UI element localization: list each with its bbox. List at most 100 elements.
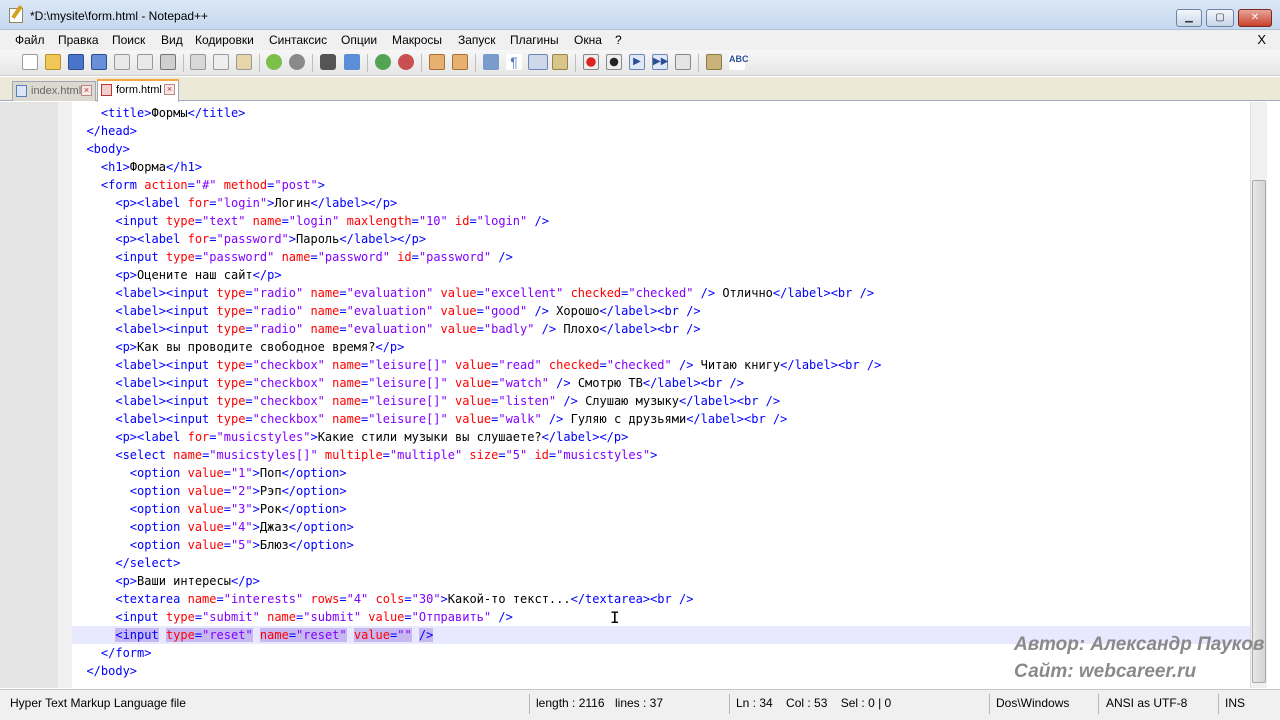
- code-line[interactable]: 28 <option value="4">Джаз</option>: [72, 518, 1250, 536]
- tab-form-html[interactable]: form.html ×: [97, 79, 179, 102]
- code-line[interactable]: 26 <option value="2">Рэп</option>: [72, 482, 1250, 500]
- status-position: Ln : 34 Col : 53 Sel : 0 | 0: [736, 696, 892, 710]
- code-line[interactable]: 33 <input type="submit" name="submit" va…: [72, 608, 1250, 626]
- code-line[interactable]: 24 <select name="musicstyles[]" multiple…: [72, 446, 1250, 464]
- close-all-icon[interactable]: [137, 54, 153, 70]
- scrollbar-thumb[interactable]: [1252, 180, 1266, 683]
- menu-help[interactable]: ?: [615, 33, 622, 47]
- code-line[interactable]: 21 <label><input type="checkbox" name="l…: [72, 392, 1250, 410]
- line-number-gutter: [0, 102, 58, 688]
- word-wrap-icon[interactable]: [483, 54, 499, 70]
- code-line[interactable]: 7 <body>: [72, 140, 1250, 158]
- menu-macros[interactable]: Макросы: [392, 33, 442, 47]
- code-token-tag: </option>: [288, 538, 354, 552]
- code-token-tag: </label><br />: [599, 304, 701, 318]
- menu-syntax[interactable]: Синтаксис: [269, 33, 327, 47]
- code-token-txt: Смотрю ТВ: [577, 376, 643, 390]
- code-line[interactable]: 14 <p>Оцените наш сайт</p>: [72, 266, 1250, 284]
- save-icon[interactable]: [68, 54, 84, 70]
- tab-index-html[interactable]: index.html ×: [12, 81, 96, 101]
- open-file-icon[interactable]: [45, 54, 61, 70]
- maximize-button[interactable]: ▢: [1206, 9, 1234, 27]
- code-line[interactable]: 27 <option value="3">Рок</option>: [72, 500, 1250, 518]
- close-document-button[interactable]: X: [1257, 32, 1266, 47]
- code-token-val: "5": [505, 448, 535, 462]
- code-line[interactable]: 22 <label><input type="checkbox" name="l…: [72, 410, 1250, 428]
- code-line[interactable]: 12 <p><label for="password">Пароль</labe…: [72, 230, 1250, 248]
- close-file-icon[interactable]: [114, 54, 130, 70]
- code-line[interactable]: 29 <option value="5">Блюз</option>: [72, 536, 1250, 554]
- menu-plugins[interactable]: Плагины: [510, 33, 559, 47]
- close-button[interactable]: ✕: [1238, 9, 1272, 27]
- menu-view[interactable]: Вид: [161, 33, 183, 47]
- code-token-tag: <label><input: [115, 286, 217, 300]
- play-macro-icon[interactable]: ▶: [629, 54, 645, 70]
- print-icon[interactable]: [160, 54, 176, 70]
- replace-icon[interactable]: [344, 54, 360, 70]
- spellcheck-icon[interactable]: ABC: [729, 54, 749, 70]
- stop-macro-icon[interactable]: [606, 54, 622, 70]
- zoom-out-icon[interactable]: [398, 54, 414, 70]
- find-icon[interactable]: [320, 54, 336, 70]
- code-line[interactable]: 30 </select>: [72, 554, 1250, 572]
- code-line[interactable]: 25 <option value="1">Поп</option>: [72, 464, 1250, 482]
- code-line[interactable]: 23 <p><label for="musicstyles">Какие сти…: [72, 428, 1250, 446]
- code-token-tag: />: [548, 412, 571, 426]
- code-line[interactable]: 13 <input type="password" name="password…: [72, 248, 1250, 266]
- menu-edit[interactable]: Правка: [58, 33, 99, 47]
- code-token-tag: =: [194, 214, 203, 228]
- menu-run[interactable]: Запуск: [458, 33, 496, 47]
- minimize-button[interactable]: ▁: [1176, 9, 1202, 27]
- code-line[interactable]: 8 <h1>Форма</h1>: [72, 158, 1250, 176]
- code-line[interactable]: 20 <label><input type="checkbox" name="l…: [72, 374, 1250, 392]
- code-line[interactable]: 15 <label><input type="radio" name="eval…: [72, 284, 1250, 302]
- code-line[interactable]: 6 </head>: [72, 122, 1250, 140]
- code-token-tag: =: [223, 502, 231, 516]
- tab-close-icon[interactable]: ×: [81, 85, 92, 96]
- save-macro-icon[interactable]: [675, 54, 691, 70]
- code-editor[interactable]: 5 <title>Формы</title>6 </head>7 <body>8…: [0, 102, 1280, 688]
- code-line[interactable]: 32 <textarea name="interests" rows="4" c…: [72, 590, 1250, 608]
- cut-icon[interactable]: [190, 54, 206, 70]
- code-area[interactable]: 5 <title>Формы</title>6 </head>7 <body>8…: [72, 104, 1250, 688]
- redo-icon[interactable]: [289, 54, 305, 70]
- new-file-icon[interactable]: [22, 54, 38, 70]
- sync-horizontal-icon[interactable]: [452, 54, 468, 70]
- save-all-icon[interactable]: [91, 54, 107, 70]
- code-token-attr: type: [165, 628, 195, 642]
- plugin-icon[interactable]: [706, 54, 722, 70]
- menu-file[interactable]: Файл: [15, 33, 45, 47]
- indent-guide-icon[interactable]: [528, 54, 548, 70]
- zoom-in-icon[interactable]: [375, 54, 391, 70]
- menu-search[interactable]: Поиск: [112, 33, 145, 47]
- tab-close-icon[interactable]: ×: [164, 84, 175, 95]
- menu-options[interactable]: Опции: [341, 33, 377, 47]
- paste-icon[interactable]: [236, 54, 252, 70]
- code-line[interactable]: 9 <form action="#" method="post">: [72, 176, 1250, 194]
- code-token-val: "radio": [252, 304, 311, 318]
- sync-vertical-icon[interactable]: [429, 54, 445, 70]
- vertical-scrollbar[interactable]: [1250, 102, 1267, 688]
- code-token-val: "reset": [202, 628, 253, 642]
- code-line[interactable]: 31 <p>Ваши интересы</p>: [72, 572, 1250, 590]
- copy-icon[interactable]: [213, 54, 229, 70]
- record-macro-icon[interactable]: [583, 54, 599, 70]
- code-token-val: "": [397, 628, 412, 642]
- code-token-txt: Поп: [259, 466, 282, 480]
- window-title: *D:\mysite\form.html - Notepad++: [30, 9, 209, 23]
- code-line[interactable]: 18 <p>Как вы проводите свободное время?<…: [72, 338, 1250, 356]
- code-token-attr: id: [454, 214, 470, 228]
- code-line[interactable]: 16 <label><input type="radio" name="eval…: [72, 302, 1250, 320]
- code-line[interactable]: 17 <label><input type="radio" name="eval…: [72, 320, 1250, 338]
- code-line[interactable]: 5 <title>Формы</title>: [72, 104, 1250, 122]
- code-token-tag: <label><input: [115, 358, 217, 372]
- code-line[interactable]: 19 <label><input type="checkbox" name="l…: [72, 356, 1250, 374]
- undo-icon[interactable]: [266, 54, 282, 70]
- menu-encoding[interactable]: Кодировки: [195, 33, 254, 47]
- show-all-chars-icon[interactable]: ¶: [506, 54, 522, 70]
- code-line[interactable]: 10 <p><label for="login">Логин</label></…: [72, 194, 1250, 212]
- menu-windows[interactable]: Окна: [574, 33, 602, 47]
- code-line[interactable]: 11 <input type="text" name="login" maxle…: [72, 212, 1250, 230]
- play-macro-multiple-icon[interactable]: ▶▶: [652, 54, 668, 70]
- document-map-icon[interactable]: [552, 54, 568, 70]
